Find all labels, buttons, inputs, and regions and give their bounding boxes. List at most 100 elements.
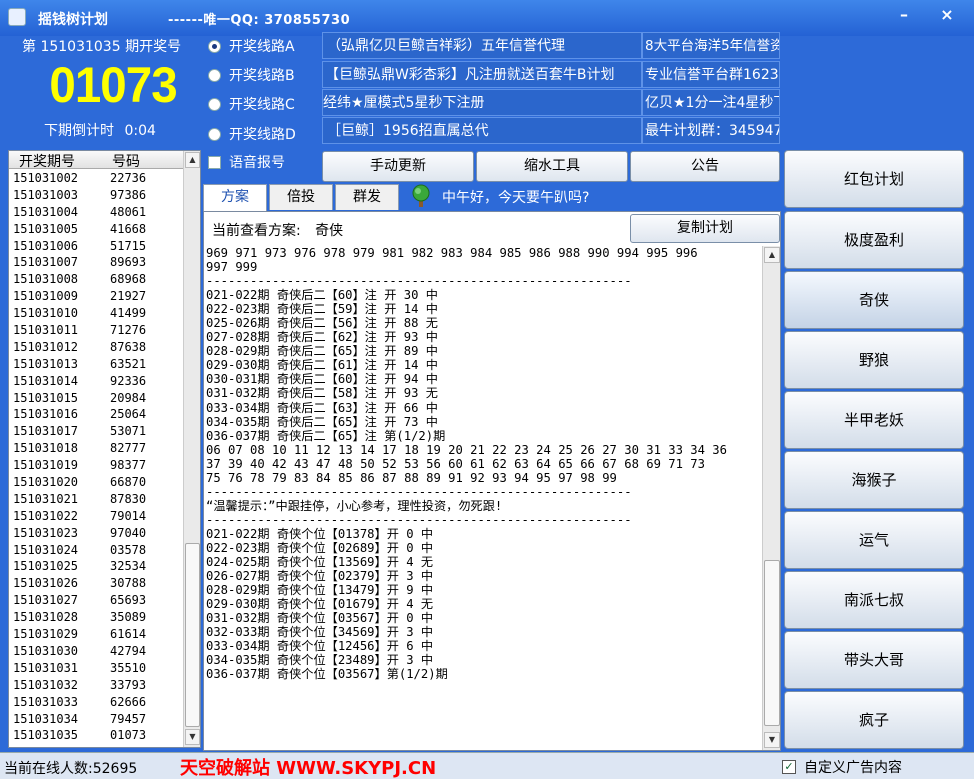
row-issue: 151031003 [13, 187, 79, 202]
tab-broadcast[interactable]: 群发 [335, 184, 399, 210]
shrink-tool-button[interactable]: 缩水工具 [476, 151, 628, 182]
row-issue: 151031021 [13, 491, 79, 506]
list-row[interactable]: 151031031 35510 [9, 660, 184, 677]
voice-checkbox[interactable]: 语音报号 [208, 152, 285, 172]
row-issue: 151031025 [13, 559, 79, 574]
list-row[interactable]: 151031024 03578 [9, 542, 184, 559]
plan-button-banjia[interactable]: 半甲老妖 [784, 391, 964, 449]
tab-multiply[interactable]: 倍投 [269, 184, 333, 210]
row-issue: 151031031 [13, 660, 79, 675]
scroll-down-icon[interactable]: ▼ [185, 729, 200, 745]
watermark-text: 天空破解站 WWW.SKYPJ.CN [180, 758, 437, 779]
scroll-up-icon[interactable]: ▲ [764, 247, 780, 263]
list-row[interactable]: 151031027 65693 [9, 592, 184, 609]
list-row[interactable]: 151031019 98377 [9, 457, 184, 474]
list-row[interactable]: 151031005 41668 [9, 221, 184, 238]
ad-link[interactable]: 8大平台海洋5年信誉资金理赔团队网址 [642, 32, 780, 59]
list-row[interactable]: 151031006 51715 [9, 238, 184, 255]
plan-content: 当前查看方案: 奇侠 复制计划 969 971 973 976 978 979 … [203, 211, 781, 751]
list-row[interactable]: 151031009 21927 [9, 288, 184, 305]
list-row[interactable]: 151031015 20984 [9, 390, 184, 407]
ad-link[interactable]: （弘鼎亿贝巨鲸吉祥彩）五年信誉代理 [322, 32, 642, 59]
list-row[interactable]: 151031022 79014 [9, 508, 184, 525]
route-a-radio[interactable]: 开奖线路A [208, 36, 295, 56]
row-number: 33793 [110, 677, 147, 692]
scroll-thumb[interactable] [185, 543, 200, 727]
column-header-issue[interactable]: 开奖期号 [19, 151, 75, 171]
list-row[interactable]: 151031004 48061 [9, 204, 184, 221]
list-row[interactable]: 151031023 97040 [9, 525, 184, 542]
list-row[interactable]: 151031011 71276 [9, 322, 184, 339]
ad-link[interactable]: 最牛计划群：345947959 [642, 117, 780, 144]
list-row[interactable]: 151031007 89693 [9, 254, 184, 271]
plan-text[interactable]: 969 971 973 976 978 979 981 982 983 984 … [206, 246, 762, 750]
list-row[interactable]: 151031012 87638 [9, 339, 184, 356]
plan-button-yelang[interactable]: 野狼 [784, 331, 964, 389]
row-issue: 151031035 [13, 728, 79, 743]
plan-button-yunqi[interactable]: 运气 [784, 511, 964, 569]
list-scrollbar[interactable]: ▲ ▼ [183, 151, 200, 747]
list-row[interactable]: 151031016 25064 [9, 406, 184, 423]
scroll-down-icon[interactable]: ▼ [764, 732, 780, 748]
route-b-radio[interactable]: 开奖线路B [208, 65, 295, 85]
plan-button-nanpai[interactable]: 南派七叔 [784, 571, 964, 629]
list-row[interactable]: 151031026 30788 [9, 575, 184, 592]
list-row[interactable]: 151031032 33793 [9, 677, 184, 694]
scroll-thumb[interactable] [764, 560, 780, 726]
ad-link[interactable]: 专业信誉平台群162365924 [642, 61, 780, 88]
route-d-radio[interactable]: 开奖线路D [208, 124, 296, 144]
row-number: 01073 [110, 728, 147, 743]
row-issue: 151031026 [13, 576, 79, 591]
plan-button-fengzi[interactable]: 疯子 [784, 691, 964, 749]
row-number: 51715 [110, 238, 147, 253]
ad-link[interactable]: 经纬★厘模式5星秒下注册 [322, 89, 642, 116]
scroll-up-icon[interactable]: ▲ [185, 152, 200, 168]
row-number: 87638 [110, 339, 147, 354]
plan-button-jidu[interactable]: 极度盈利 [784, 211, 964, 269]
plan-button-daitou[interactable]: 带头大哥 [784, 631, 964, 689]
list-row[interactable]: 151031025 32534 [9, 558, 184, 575]
list-row[interactable]: 151031013 63521 [9, 356, 184, 373]
manual-refresh-button[interactable]: 手动更新 [322, 151, 474, 182]
draw-history-list[interactable]: 开奖期号 号码 151031002 22736 151031003 97386 1510… [8, 150, 201, 748]
ad-link[interactable]: 【巨鲸弘鼎W彩杏彩】凡注册就送百套牛B计划 [322, 61, 642, 88]
route-c-radio[interactable]: 开奖线路C [208, 94, 295, 114]
plan-button-hongbao[interactable]: 红包计划 [784, 150, 964, 208]
plan-button-qixia[interactable]: 奇侠 [784, 271, 964, 329]
list-row[interactable]: 151031020 66870 [9, 474, 184, 491]
row-number: 22736 [110, 171, 147, 185]
minimize-icon[interactable]: – [893, 6, 915, 26]
list-row[interactable]: 151031010 41499 [9, 305, 184, 322]
list-row[interactable]: 151031034 79457 [9, 711, 184, 728]
close-icon[interactable]: × [936, 6, 958, 26]
ad-link[interactable]: ［巨鲸］1956招直属总代 [322, 117, 642, 144]
plan-line: 025-026期 奇侠后二【56】注 开 88 无 [206, 316, 438, 331]
list-row[interactable]: 151031028 35089 [9, 609, 184, 626]
plan-button-haihouzi[interactable]: 海猴子 [784, 451, 964, 509]
ad-link[interactable]: 亿贝★1分一注4星秒下注册 [642, 89, 780, 116]
tab-plan[interactable]: 方案 [203, 184, 267, 211]
list-row[interactable]: 151031029 61614 [9, 626, 184, 643]
row-number: 82777 [110, 441, 147, 456]
list-row[interactable]: 151031033 62666 [9, 694, 184, 711]
list-row[interactable]: 151031017 53071 [9, 423, 184, 440]
list-row[interactable]: 151031014 92336 [9, 373, 184, 390]
row-number: 21927 [110, 289, 147, 304]
notice-button[interactable]: 公告 [630, 151, 780, 182]
content-scrollbar[interactable]: ▲ ▼ [762, 246, 780, 750]
custom-ad-checkbox[interactable]: ✓ 自定义广告内容 [782, 757, 902, 777]
list-row[interactable]: 151031008 68968 [9, 271, 184, 288]
row-number: 97040 [110, 525, 147, 540]
route-label: 开奖线路C [229, 97, 295, 113]
plan-line: 028-029期 奇侠后二【65】注 开 89 中 [206, 344, 438, 359]
copy-plan-button[interactable]: 复制计划 [630, 214, 780, 243]
list-row[interactable]: 151031002 22736 [9, 170, 184, 187]
list-row[interactable]: 151031021 87830 [9, 491, 184, 508]
list-row[interactable]: 151031035 01073 [9, 727, 184, 744]
list-row[interactable]: 151031018 82777 [9, 440, 184, 457]
column-header-number[interactable]: 号码 [112, 151, 140, 171]
list-row[interactable]: 151031030 42794 [9, 643, 184, 660]
plan-label-row: 当前查看方案: 奇侠 [212, 220, 343, 240]
row-issue: 151031006 [13, 238, 79, 253]
list-row[interactable]: 151031003 97386 [9, 187, 184, 204]
